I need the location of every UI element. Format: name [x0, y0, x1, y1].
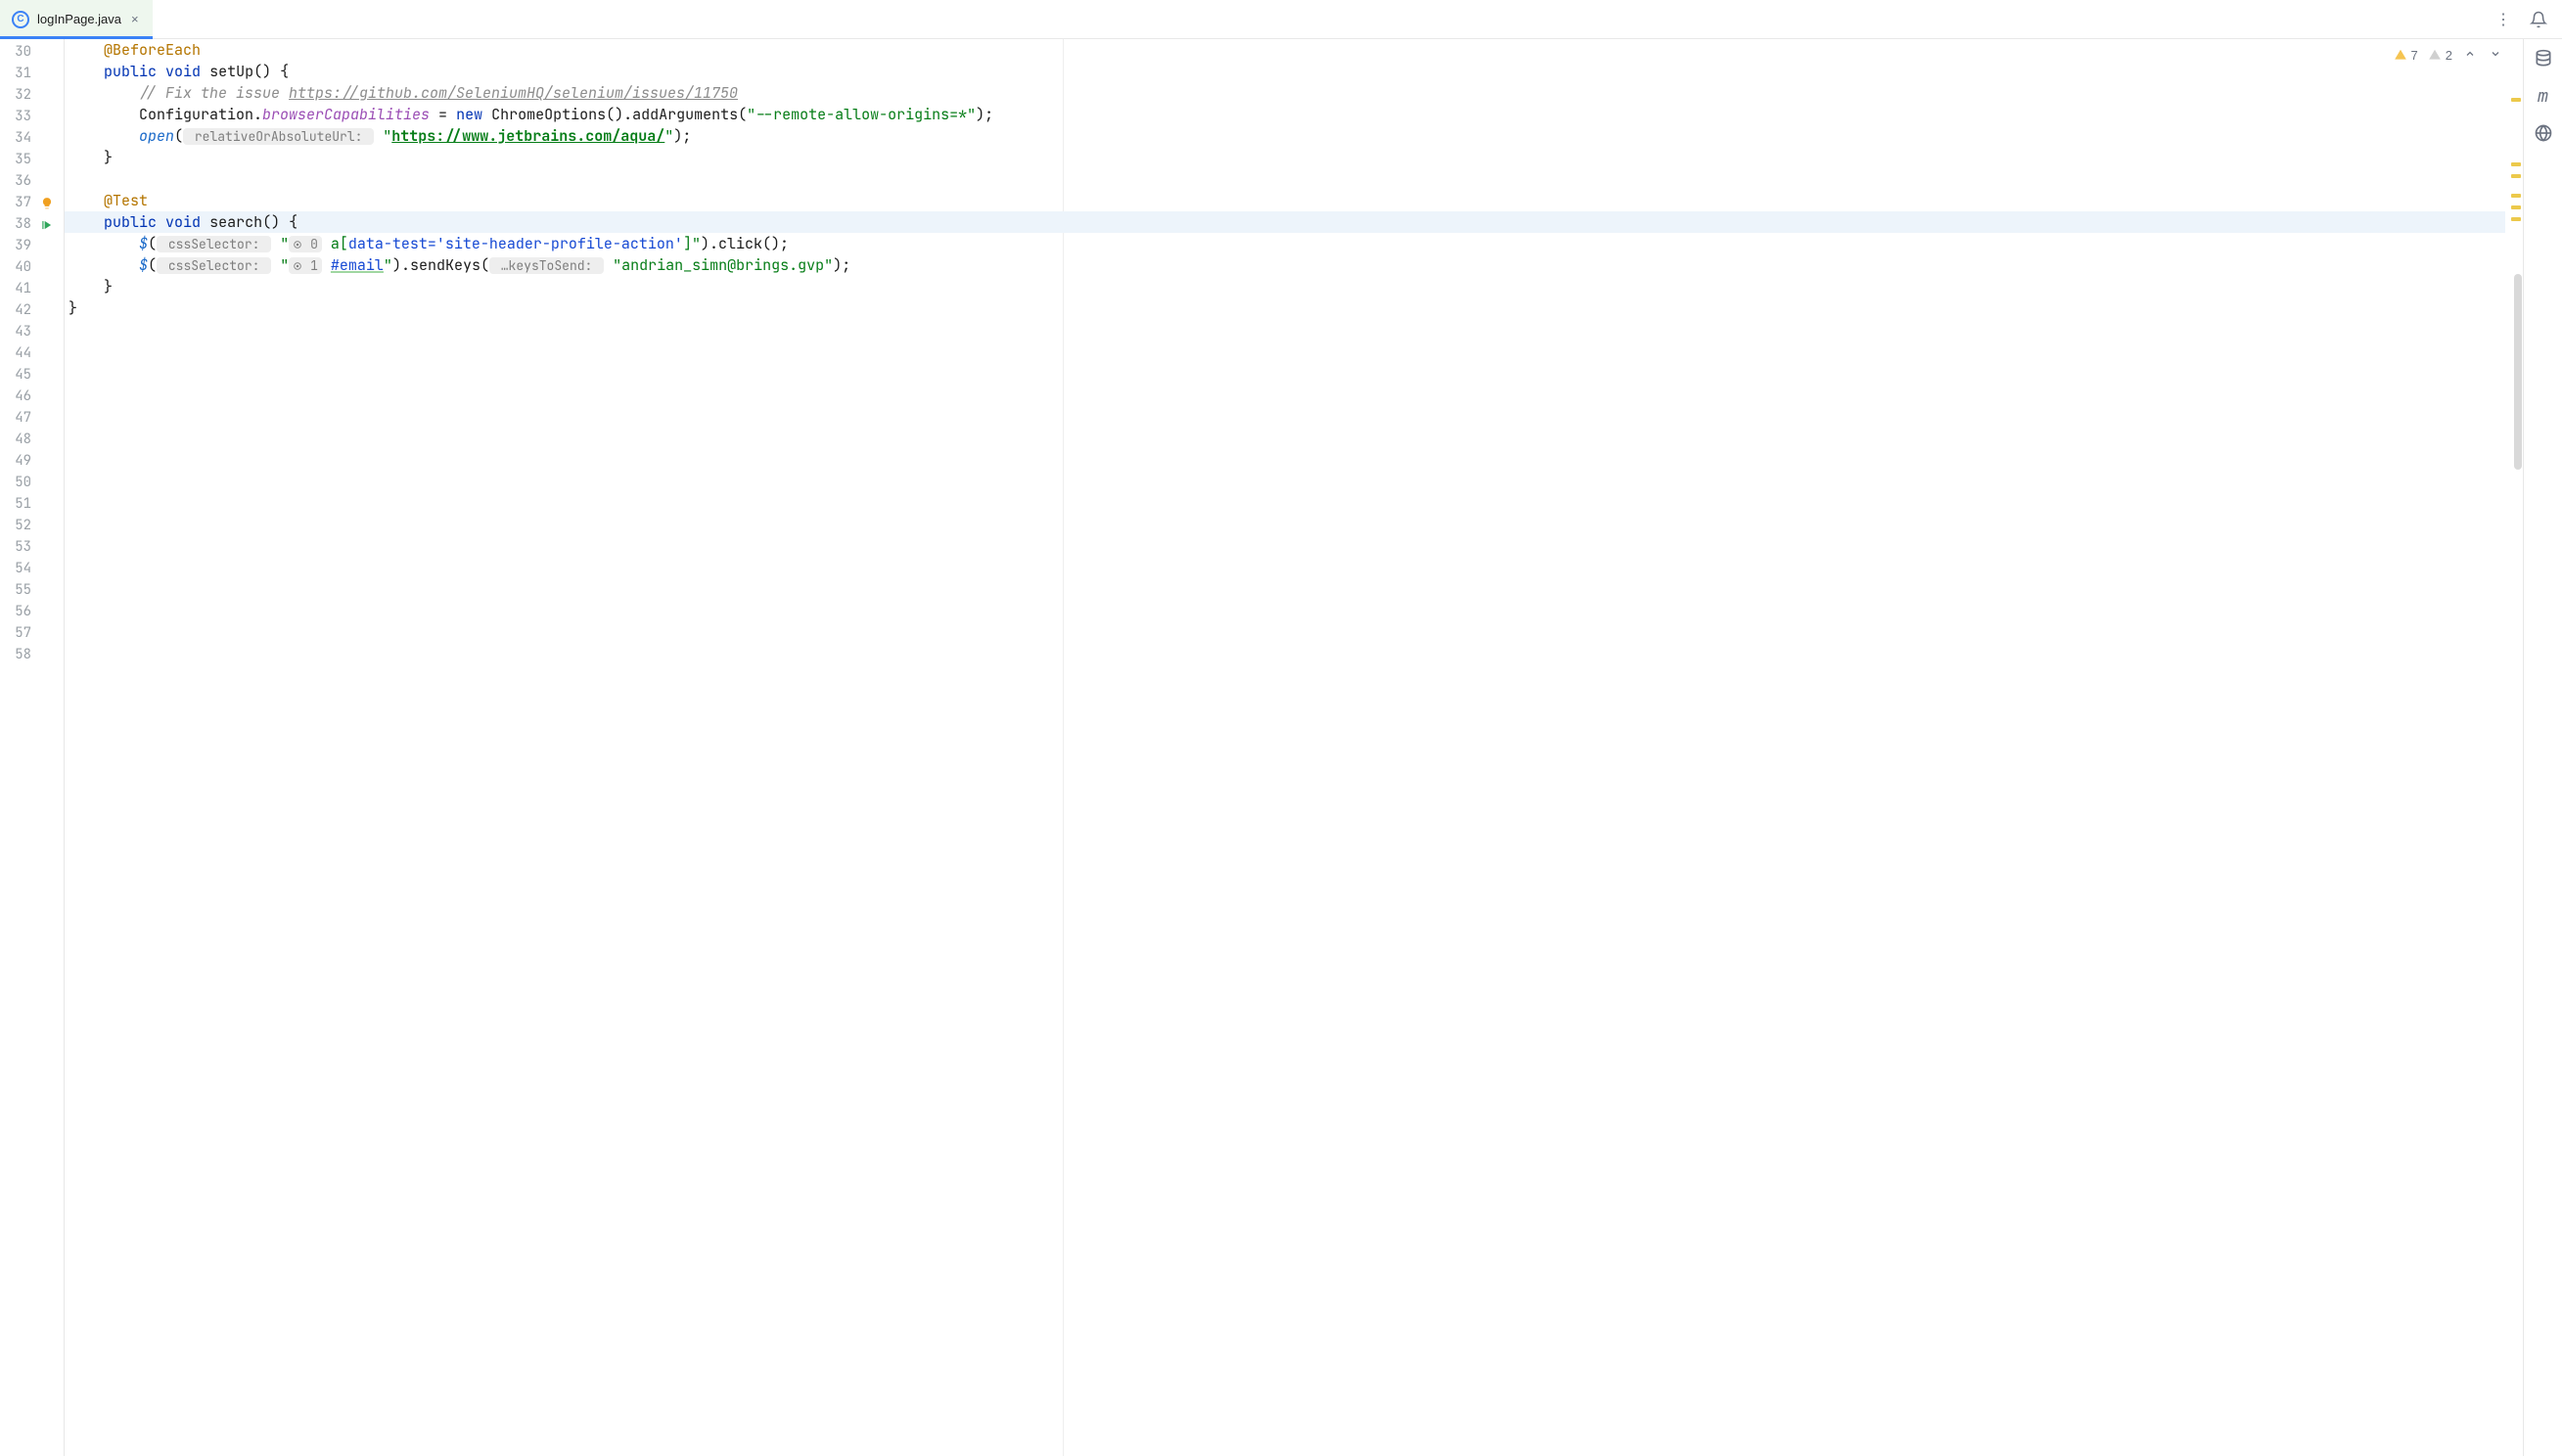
line-number: 49 — [15, 452, 31, 470]
editor-tab-active[interactable]: C logInPage.java × — [0, 0, 153, 38]
line-number: 32 — [15, 86, 31, 104]
parameter-hint: cssSelector: — [157, 236, 271, 252]
inspections-widget[interactable]: 7 2 — [2394, 47, 2503, 63]
locator-count-hint[interactable]: 0 — [289, 236, 322, 252]
line-number: 58 — [15, 646, 31, 663]
stripe-mark[interactable] — [2511, 217, 2521, 221]
error-stripe[interactable] — [2509, 39, 2523, 1456]
stripe-mark[interactable] — [2511, 205, 2521, 209]
close-tab-icon[interactable]: × — [129, 12, 141, 26]
tabbar-right-actions: ⋮ — [2480, 0, 2562, 38]
line-number: 50 — [15, 474, 31, 491]
code-line[interactable]: open( relativeOrAbsoluteUrl: "https://ww… — [65, 125, 691, 148]
right-margin-guide — [1063, 39, 1064, 1456]
more-icon[interactable]: ⋮ — [2493, 10, 2513, 29]
line-number: 57 — [15, 624, 31, 642]
stripe-scroll-thumb[interactable] — [2514, 274, 2522, 470]
stripe-mark[interactable] — [2511, 174, 2521, 178]
parameter-hint: cssSelector: — [157, 257, 271, 274]
intention-bulb-icon[interactable] — [39, 196, 55, 211]
code-line[interactable]: public void search() { — [65, 211, 297, 233]
line-number: 30 — [15, 43, 31, 61]
code-editor[interactable]: 7 2 @BeforeEach public void setUp() { //… — [65, 39, 2523, 1456]
code-line[interactable]: $( cssSelector: " 0 a[data-test='site-he… — [65, 233, 789, 255]
line-number: 38 — [15, 215, 31, 233]
code-line[interactable]: $( cssSelector: " 1 #email").sendKeys( …… — [65, 254, 850, 277]
line-number: 34 — [15, 129, 31, 147]
stripe-mark[interactable] — [2511, 162, 2521, 166]
editor-tabs: C logInPage.java × ⋮ — [0, 0, 2562, 39]
code-line[interactable]: Configuration.browserCapabilities = new … — [65, 104, 993, 125]
stripe-mark[interactable] — [2511, 194, 2521, 198]
locator-count-hint[interactable]: 1 — [289, 257, 322, 274]
line-number: 45 — [15, 366, 31, 384]
class-file-icon: C — [12, 11, 29, 28]
prev-problem-icon[interactable] — [2462, 47, 2478, 63]
line-number: 55 — [15, 581, 31, 599]
run-test-icon[interactable] — [39, 217, 55, 233]
line-number: 37 — [15, 194, 31, 211]
stripe-mark[interactable] — [2511, 98, 2521, 102]
right-tool-rail: m — [2523, 39, 2562, 1456]
line-number: 51 — [15, 495, 31, 513]
line-number: 40 — [15, 258, 31, 276]
line-number: 42 — [15, 301, 31, 319]
line-number: 48 — [15, 431, 31, 448]
line-number: 44 — [15, 344, 31, 362]
code-line[interactable]: // Fix the issue https://github.com/Sele… — [65, 82, 738, 104]
warnings-count: 7 — [2411, 48, 2418, 63]
parameter-hint: …keysToSend: — [489, 257, 604, 274]
tab-filename: logInPage.java — [37, 12, 121, 26]
line-number: 33 — [15, 108, 31, 125]
code-line[interactable]: } — [65, 147, 113, 168]
weak-warnings-count: 2 — [2446, 48, 2452, 63]
web-locator-icon[interactable] — [2534, 123, 2553, 143]
next-problem-icon[interactable] — [2488, 47, 2503, 63]
line-number: 31 — [15, 65, 31, 82]
line-number: 53 — [15, 538, 31, 556]
parameter-hint: relativeOrAbsoluteUrl: — [183, 128, 374, 145]
current-line-highlight — [65, 211, 2505, 233]
weak-warnings-badge[interactable]: 2 — [2428, 48, 2452, 63]
code-line[interactable]: } — [65, 297, 77, 319]
line-number: 52 — [15, 517, 31, 534]
warnings-badge[interactable]: 7 — [2394, 48, 2418, 63]
code-line[interactable]: @Test — [65, 190, 148, 211]
maven-icon[interactable]: m — [2534, 86, 2553, 106]
line-number: 39 — [15, 237, 31, 254]
line-number: 43 — [15, 323, 31, 341]
line-number: 41 — [15, 280, 31, 297]
line-number: 54 — [15, 560, 31, 577]
code-line[interactable]: public void setUp() { — [65, 61, 289, 82]
code-line[interactable]: @BeforeEach — [65, 39, 201, 61]
gutter: 30 31 32 33 34 35 36 37 38 39 40 41 42 43 44 45 46 47 48 49… — [0, 39, 65, 1456]
line-number: 46 — [15, 387, 31, 405]
line-number: 36 — [15, 172, 31, 190]
line-number: 35 — [15, 151, 31, 168]
line-number: 47 — [15, 409, 31, 427]
notifications-icon[interactable] — [2529, 10, 2548, 29]
line-number: 56 — [15, 603, 31, 620]
database-icon[interactable] — [2534, 49, 2553, 68]
code-line[interactable]: } — [65, 276, 113, 297]
